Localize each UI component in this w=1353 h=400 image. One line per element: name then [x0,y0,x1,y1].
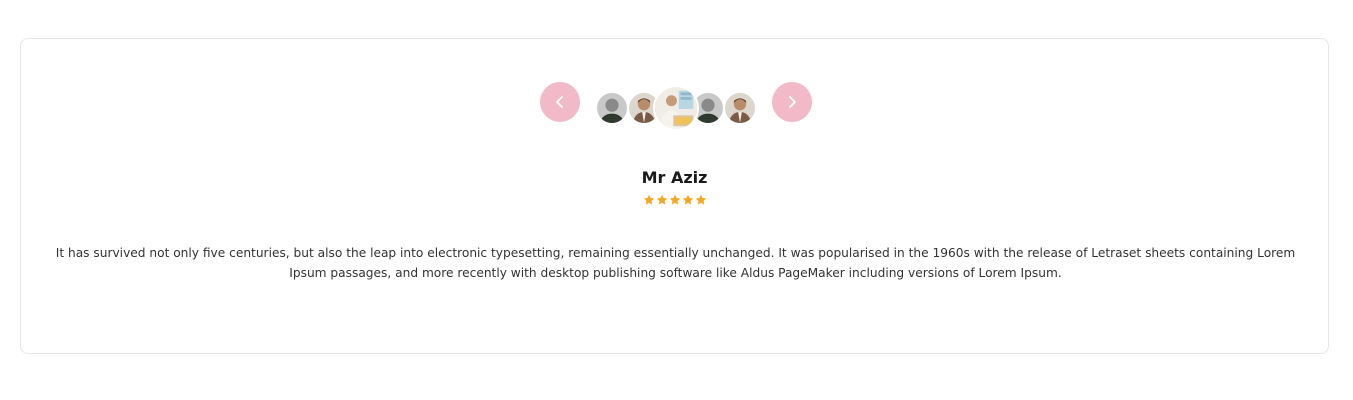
star-icon [682,194,694,206]
avatar-3-active[interactable] [653,85,699,131]
testimonial-text: It has survived not only five centuries,… [55,246,1296,280]
person-photo [725,93,755,123]
next-button[interactable] [772,82,812,122]
star-icon [656,194,668,206]
chevron-left-icon [556,96,563,108]
chevron-right-icon [789,96,796,108]
testimonial-card: Mr Aziz It has survived not only five ce… [20,38,1329,354]
avatar-1[interactable] [596,92,628,124]
reviewer-name: Mr Aziz [641,168,708,187]
star-icon [695,194,707,206]
prev-button[interactable] [540,82,580,122]
avatar-5[interactable] [724,92,756,124]
person-photo [597,93,627,123]
star-icon [669,194,681,206]
star-rating [21,194,1328,206]
star-icon [643,194,655,206]
person-photo [655,87,697,129]
